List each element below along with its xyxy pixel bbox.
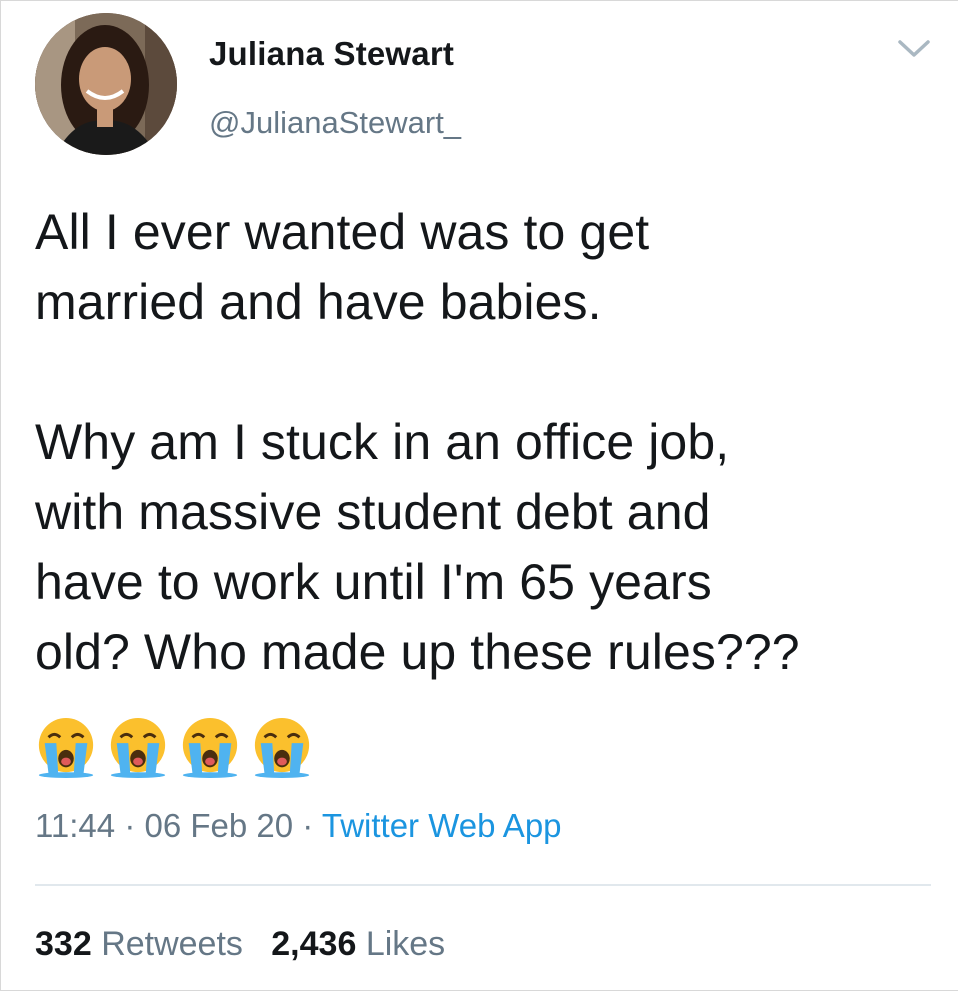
retweets-count: 332 bbox=[35, 925, 92, 963]
likes-count: 2,436 bbox=[271, 925, 357, 963]
avatar-photo bbox=[35, 13, 177, 155]
author-handle[interactable]: @JulianaStewart_ bbox=[209, 105, 461, 141]
loudly-crying-face-emoji bbox=[254, 717, 310, 778]
emoji-row bbox=[35, 716, 313, 780]
meta-separator: · bbox=[302, 807, 314, 844]
tweet-date[interactable]: 06 Feb 20 bbox=[144, 807, 293, 844]
tweet-stats: 332 Retweets 2,436 Likes bbox=[35, 925, 445, 964]
tweet-text: All I ever wanted was to get married and… bbox=[35, 204, 800, 680]
tweet-meta: 11:44 · 06 Feb 20 · Twitter Web App bbox=[35, 807, 562, 845]
divider bbox=[35, 884, 931, 886]
likes-stat[interactable]: 2,436 Likes bbox=[271, 925, 445, 963]
tweet-source-link[interactable]: Twitter Web App bbox=[322, 807, 562, 844]
retweets-label: Retweets bbox=[101, 925, 243, 963]
loudly-crying-face-emoji bbox=[110, 717, 166, 778]
chevron-down-icon[interactable] bbox=[894, 35, 934, 63]
author-name[interactable]: Juliana Stewart bbox=[209, 35, 454, 73]
tweet-time[interactable]: 11:44 bbox=[35, 807, 115, 844]
tweet-card: Juliana Stewart @JulianaStewart_ All I e… bbox=[0, 0, 958, 991]
avatar[interactable] bbox=[35, 13, 177, 155]
retweets-stat[interactable]: 332 Retweets bbox=[35, 925, 243, 963]
loudly-crying-face-emoji bbox=[38, 717, 94, 778]
meta-separator: · bbox=[124, 807, 136, 844]
loudly-crying-face-emoji bbox=[182, 717, 238, 778]
likes-label: Likes bbox=[365, 925, 446, 963]
